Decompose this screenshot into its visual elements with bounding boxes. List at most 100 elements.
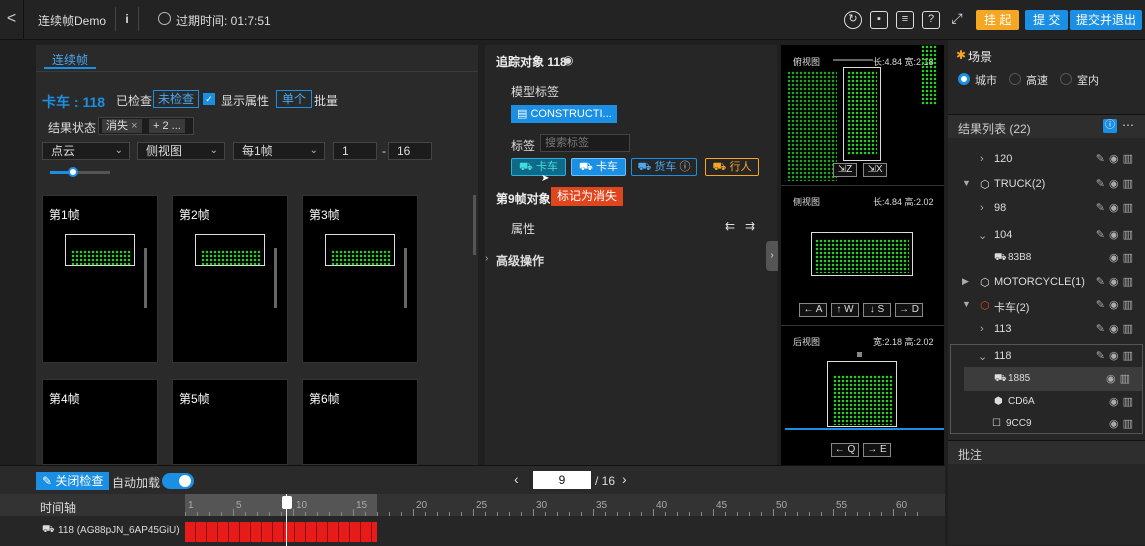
submit-button[interactable]: 提 交 (1025, 10, 1069, 30)
rotate-q-button[interactable]: ← Q (831, 443, 859, 457)
chevron-right-icon[interactable]: › (485, 253, 488, 264)
back-button[interactable]: < (0, 0, 24, 40)
tree-item[interactable]: › 98 ✎◉▥ (948, 196, 1145, 220)
chip-close-icon[interactable]: × (131, 120, 137, 132)
model-tag-button[interactable]: ▤ CONSTRUCTI... (511, 105, 617, 123)
playhead-handle[interactable] (282, 496, 292, 509)
result-state-chip[interactable]: 消失 × (102, 119, 142, 133)
row-actions[interactable]: ✎◉▥ (1096, 349, 1137, 362)
tree-item[interactable]: ⌄ 104 ✎◉▥ (948, 223, 1145, 247)
rotate-z-button[interactable]: ⇲Z (833, 163, 857, 177)
close-check-button[interactable]: ✎ 关闭检查 (36, 472, 110, 490)
tree-leaf-active[interactable]: ⛟ 1885 ◉▥ (964, 367, 1142, 391)
range-from-input[interactable]: 1 (333, 142, 377, 160)
timeline-tick-label: 1 (188, 500, 194, 511)
row-actions[interactable]: ◉▥ (1109, 395, 1137, 408)
tree-group[interactable]: ▼ ⬡ TRUCK(2) ✎◉▥ (948, 172, 1145, 196)
batch-toggle[interactable]: 批量 (314, 92, 338, 109)
row-actions[interactable]: ◉▥ (1109, 417, 1137, 430)
scene-option: 高速 (1026, 75, 1048, 87)
tree-item[interactable]: › 120 ✎◉▥ (948, 147, 1145, 171)
expand-panel-handle[interactable]: › (766, 241, 778, 271)
info-icon[interactable]: ⓘ (1103, 119, 1117, 133)
row-actions[interactable]: ✎◉▥ (1096, 228, 1137, 241)
fullscreen-icon[interactable]: ⤢ (948, 11, 966, 29)
row-actions[interactable]: ✎◉▥ (1096, 152, 1137, 165)
expand-icon[interactable]: ⇉ (745, 219, 755, 233)
row-actions[interactable]: ◉▥ (1106, 372, 1134, 385)
move-a-button[interactable]: ← A (799, 303, 827, 317)
prev-page-icon[interactable]: ‹ (514, 471, 519, 487)
scene-radio-city[interactable] (958, 73, 970, 85)
frame-card[interactable]: 第3帧 (302, 195, 418, 363)
right-panel: ✱ 场景 城市 高速 室内 结果列表 (22) ⓘ ⋯ › 120 ✎◉▥ ▼ ⬡ TR… (948, 40, 1145, 545)
info-icon[interactable]: i (115, 7, 139, 31)
more-icon[interactable]: ⋯ (1122, 118, 1134, 132)
tag-chip[interactable]: ⛟ 货车 ⓘ (631, 158, 697, 176)
timeline-tick-label: 25 (476, 500, 488, 511)
tree-leaf[interactable]: ☐ 9CC9 ◉▥ (948, 412, 1145, 436)
every-frame-select[interactable]: 每1帧 ⌄ (233, 142, 325, 160)
rotate-e-button[interactable]: → E (863, 443, 891, 457)
advanced-ops[interactable]: 高级操作 (496, 252, 544, 269)
mark-disappear-button[interactable]: 标记为消失 (551, 187, 624, 206)
tag-search-input[interactable]: 搜索标签 (540, 134, 630, 152)
timeline-tick-label: 5 (236, 500, 242, 511)
tree-group[interactable]: ▶ ⬡ MOTORCYCLE(1) ✎◉▥ (948, 270, 1145, 294)
rotate-x-button[interactable]: ⇲X (863, 163, 887, 177)
cloud-select[interactable]: 点云 ⌄ (42, 142, 130, 160)
scene-radio-highway[interactable] (1009, 73, 1021, 85)
submit-exit-button[interactable]: 提交并退出 (1070, 10, 1143, 30)
frame-label: 第5帧 (179, 392, 210, 406)
move-s-button[interactable]: ↓ S (863, 303, 891, 317)
row-actions[interactable]: ✎◉▥ (1096, 322, 1137, 335)
collapse-icon[interactable]: ⇇ (725, 219, 735, 233)
eye-icon[interactable]: ◉ (563, 53, 573, 67)
clock-icon (158, 12, 171, 25)
row-actions[interactable]: ✎◉▥ (1096, 177, 1137, 190)
tag-chip-selected[interactable]: ⛟ 卡车 (571, 158, 626, 176)
tree-leaf[interactable]: ⬢ CD6A ◉▥ (948, 390, 1145, 414)
chevron-down-icon: ⌄ (978, 230, 988, 242)
recycle-icon[interactable]: ↻ (844, 11, 862, 29)
frame-card[interactable]: 第1帧 (42, 195, 158, 363)
tree-group[interactable]: ▼ ⬡ 卡车(2) ✎◉▥ (948, 293, 1145, 317)
track-bar[interactable] (185, 522, 377, 542)
auto-load-toggle[interactable] (162, 473, 194, 489)
row-actions[interactable]: ◉▥ (1109, 251, 1137, 264)
tab-continuous-frames[interactable]: 连续帧 (44, 51, 97, 69)
save-icon[interactable]: ▪ (870, 11, 888, 29)
next-page-icon[interactable]: › (622, 471, 627, 487)
move-d-button[interactable]: → D (895, 303, 923, 317)
frame-card[interactable]: 第6帧 (302, 379, 418, 465)
checked-filter[interactable]: 已检查 (116, 92, 152, 109)
scene-radio-indoor[interactable] (1060, 73, 1072, 85)
view-select[interactable]: 侧视图 ⌄ (137, 142, 225, 160)
suspend-button[interactable]: 挂 起 (976, 10, 1020, 30)
document-icon[interactable]: ≡ (896, 11, 914, 29)
help-icon[interactable]: ? (922, 11, 940, 29)
frame-card[interactable]: 第5帧 (172, 379, 288, 465)
tag-chip[interactable]: ⛟ 卡车 (511, 158, 566, 176)
frame-card[interactable]: 第2帧 (172, 195, 288, 363)
tree-item[interactable]: › 113 ✎◉▥ (948, 317, 1145, 341)
scrollbar[interactable] (473, 195, 476, 255)
tree-leaf[interactable]: ⛟ 83B8 ◉▥ (948, 246, 1145, 270)
unchecked-filter[interactable]: 未检查 (153, 90, 200, 108)
range-to-input[interactable]: 16 (388, 142, 432, 160)
row-actions[interactable]: ✎◉▥ (1096, 201, 1137, 214)
show-attr-checkbox[interactable]: ✓ (203, 93, 215, 105)
frame-card[interactable]: 第4帧 (42, 379, 158, 465)
cube-icon: ⬡ (980, 179, 990, 191)
page-input[interactable]: 9 (533, 471, 591, 489)
more-chip[interactable]: + 2 ... (149, 119, 185, 133)
move-w-button[interactable]: ↑ W (831, 303, 859, 317)
show-attr-label: 显示属性 (221, 94, 270, 108)
tree-item-selected[interactable]: ⌄ 118 ✎◉▥ (948, 344, 1145, 368)
single-toggle[interactable]: 单个 (276, 90, 313, 108)
tag-chip[interactable]: ⛟ 行人 (705, 158, 759, 176)
row-actions[interactable]: ✎◉▥ (1096, 298, 1137, 311)
chevron-right-icon: › (980, 153, 984, 165)
zoom-slider-handle[interactable] (68, 167, 78, 177)
row-actions[interactable]: ✎◉▥ (1096, 275, 1137, 288)
